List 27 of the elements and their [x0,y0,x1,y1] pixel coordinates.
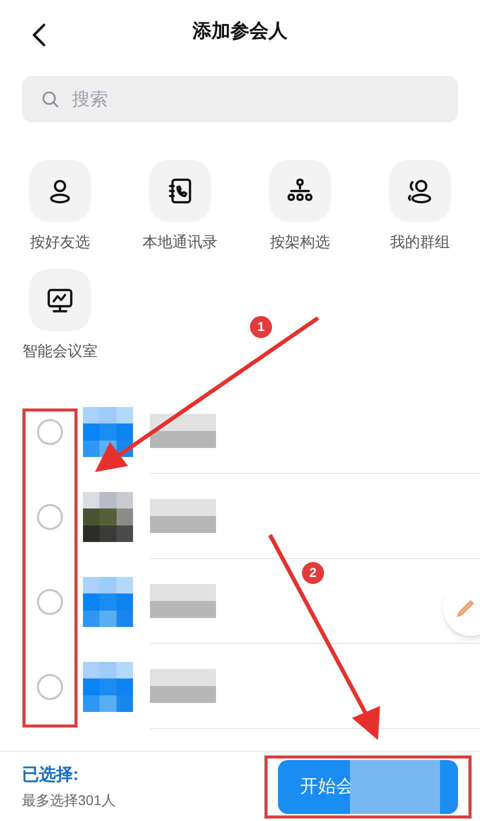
limit-hint: 最多选择301人 [22,790,116,810]
step-badge: 1 [250,316,272,338]
radio-button[interactable] [37,418,63,444]
shortcut-item[interactable]: 按架构选 [240,160,360,254]
redacted-name [150,584,216,618]
redacted-name [150,669,216,703]
shortcut-label: 我的群组 [390,233,450,253]
step-badge: 2 [302,562,324,584]
pencil-icon [455,597,477,619]
search-icon [40,89,60,109]
radio-button[interactable] [37,504,63,530]
redacted-name [150,414,216,448]
page-title: 添加参会人 [192,20,288,44]
shortcut-label: 按架构选 [270,233,330,253]
shortcut-item[interactable]: 智能会议室 [0,268,120,363]
shortcut-item[interactable]: 按好友选 [0,160,120,254]
shortcut-label: 按好友选 [30,233,90,253]
radio-button[interactable] [37,674,63,700]
radio-button[interactable] [37,588,63,614]
selected-title: 已选择: [22,764,80,786]
shortcut-label: 本地通讯录 [142,233,218,253]
shortcut-item[interactable]: 我的群组 [360,160,480,254]
shortcut-label: 智能会议室 [22,342,98,362]
redacted-name [150,499,216,533]
shortcut-item[interactable]: 本地通讯录 [120,160,240,254]
search-field[interactable]: 搜索 [22,76,458,122]
back-icon [30,22,48,48]
